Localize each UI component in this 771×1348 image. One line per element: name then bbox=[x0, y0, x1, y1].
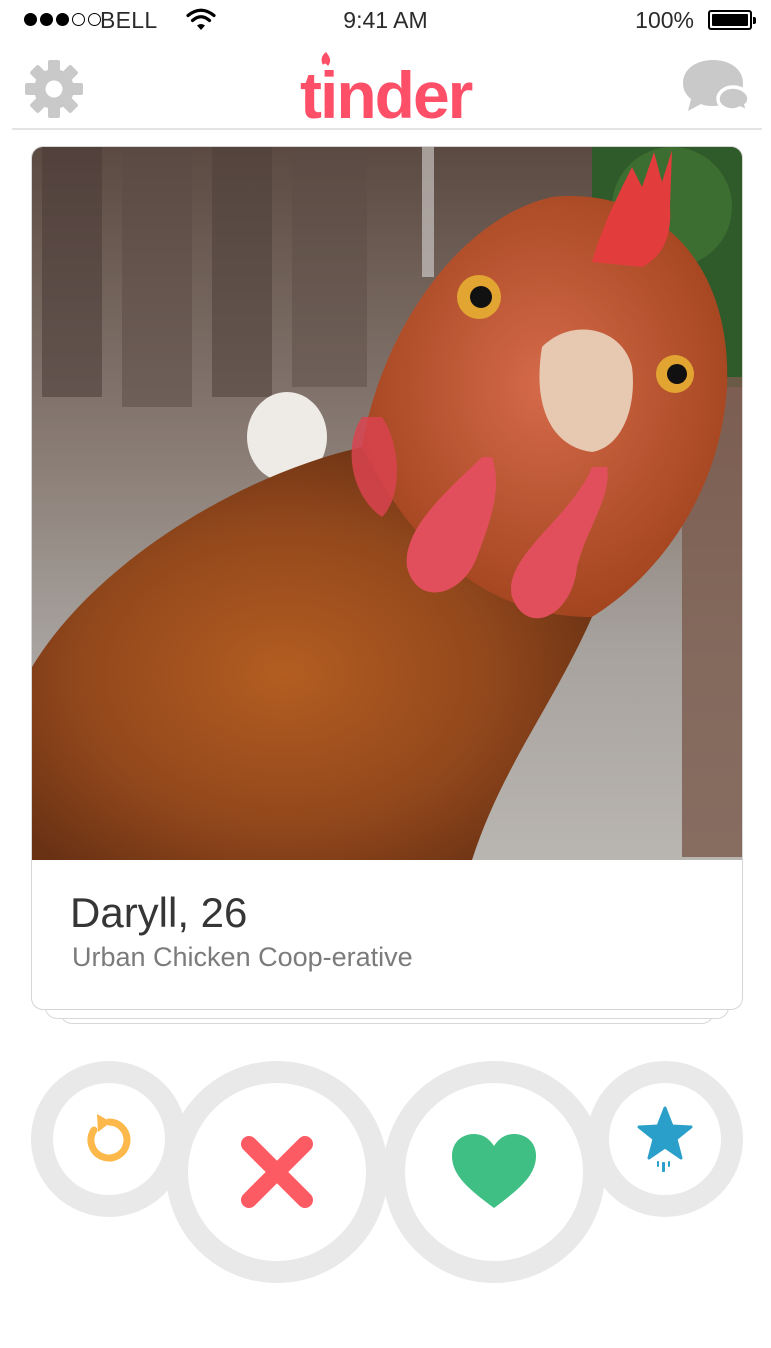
profile-name-age: Daryll, 26 bbox=[70, 889, 248, 936]
profile-job: Urban Chicken Coop-erative bbox=[72, 942, 413, 972]
super-like-button[interactable] bbox=[587, 1061, 743, 1217]
tinder-logo: tinder bbox=[300, 52, 475, 124]
nope-button[interactable] bbox=[166, 1061, 388, 1283]
gear-icon[interactable] bbox=[22, 57, 86, 121]
star-icon bbox=[637, 1106, 693, 1172]
rewind-icon bbox=[87, 1114, 131, 1162]
battery-percentage: 100% bbox=[635, 7, 694, 33]
chat-bubbles-icon[interactable] bbox=[681, 56, 751, 116]
top-nav: tinder bbox=[0, 42, 771, 128]
svg-text:tinder: tinder bbox=[300, 58, 473, 124]
status-bar: BELL 9:41 AM 100% bbox=[0, 0, 771, 42]
nav-divider bbox=[12, 128, 762, 130]
profile-card[interactable]: Daryll, 26 Urban Chicken Coop-erative bbox=[31, 146, 743, 1010]
heart-icon bbox=[452, 1134, 536, 1208]
battery-icon bbox=[708, 10, 756, 30]
rewind-button[interactable] bbox=[31, 1061, 187, 1217]
profile-photo bbox=[32, 147, 742, 860]
x-icon bbox=[241, 1136, 313, 1208]
like-button[interactable] bbox=[383, 1061, 605, 1283]
